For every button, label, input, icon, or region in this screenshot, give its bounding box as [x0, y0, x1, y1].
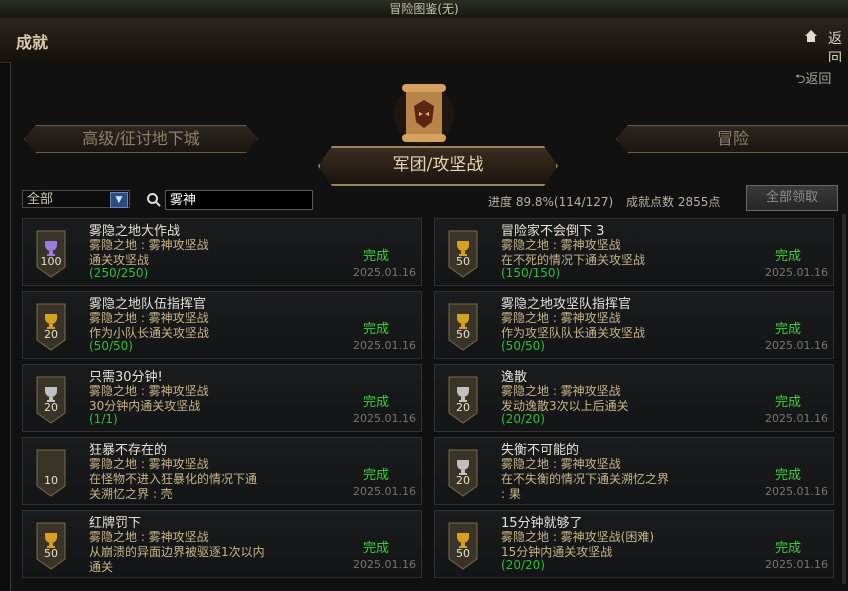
achievement-card[interactable]: 20 雾隐之地队伍指挥官 雾隐之地 : 雾神攻坚战 作为小队长通关攻坚战 (50/50)… — [22, 291, 422, 359]
achievement-progress: (20/20) — [501, 412, 545, 426]
points-value: 50 — [456, 328, 470, 341]
completion-date: 2025.01.16 — [353, 558, 416, 571]
achievement-description: 从崩溃的异面边界被驱逐1次以内 — [89, 545, 265, 559]
window-title: 冒险图鉴(无) — [0, 0, 848, 18]
points-value: 20 — [456, 474, 470, 487]
achievement-card[interactable]: 50 15分钟就够了 雾隐之地 : 雾神攻坚战(困难) 15分钟内通关攻坚战 (20/2… — [434, 510, 834, 578]
trophy-icon — [36, 522, 66, 570]
status-badge: 完成 — [775, 541, 802, 556]
completion-date: 2025.01.16 — [765, 485, 828, 498]
status-badge: 完成 — [775, 322, 802, 337]
points-badge: 10 — [35, 448, 67, 498]
claim-all-button[interactable]: 全部领取 — [746, 185, 838, 211]
trophy-icon — [448, 230, 478, 278]
tab-legion-raid[interactable]: 军团/攻坚战 — [318, 146, 558, 186]
status-badge: 完成 — [363, 395, 390, 410]
achievement-progress: (150/150) — [501, 266, 561, 280]
points-badge: 20 — [447, 448, 479, 498]
completion-date: 2025.01.16 — [353, 485, 416, 498]
scroll-emblem-icon — [394, 84, 454, 145]
achievement-description-cont: 关溯忆之界 : 壳 — [89, 487, 173, 501]
progress-text: 进度 89.8%(114/127) — [488, 195, 614, 209]
status-badge: 完成 — [363, 468, 390, 483]
points-value: 20 — [44, 328, 58, 341]
achievement-card[interactable]: 50 冒险家不会倒下 3 雾隐之地 : 雾神攻坚战 在不死的情况下通关攻坚战 (150/… — [434, 218, 834, 286]
points-value: 50 — [456, 255, 470, 268]
completion-date: 2025.01.16 — [353, 266, 416, 279]
points-value: 20 — [44, 401, 58, 414]
trophy-icon — [36, 230, 66, 278]
achievement-card[interactable]: 50 红牌罚下 雾隐之地 : 雾神攻坚战 从崩溃的异面边界被驱逐1次以内 通关 完成 202… — [22, 510, 422, 578]
trophy-icon — [448, 376, 478, 424]
achievement-progress: (50/50) — [89, 339, 133, 353]
points-value: 20 — [456, 401, 470, 414]
completion-date: 2025.01.16 — [765, 558, 828, 571]
trophy-icon — [448, 449, 478, 497]
status-badge: 完成 — [363, 322, 390, 337]
tab-advanced-dungeon[interactable]: 高级/征讨地下城 — [24, 125, 258, 153]
status-badge: 完成 — [775, 395, 802, 410]
shield-icon — [36, 449, 66, 497]
status-badge: 完成 — [363, 249, 390, 264]
points-badge: 20 — [35, 302, 67, 352]
home-icon[interactable] — [804, 29, 818, 43]
points-badge: 50 — [35, 521, 67, 571]
points-badge: 20 — [447, 375, 479, 425]
points-value: 50 — [44, 547, 58, 560]
achievement-points: 成就点数 2855点 — [626, 195, 721, 209]
achievement-progress: (250/250) — [89, 266, 149, 280]
panel-back-button[interactable]: ⮌返回 — [795, 68, 831, 92]
chevron-down-icon[interactable]: ▼ — [110, 192, 128, 208]
points-badge: 50 — [447, 521, 479, 571]
return-arrow-icon: ⮌ — [795, 72, 806, 87]
achievement-card[interactable]: 50 雾隐之地攻坚队指挥官 雾隐之地 : 雾神攻坚战 作为攻坚队队长通关攻坚战 (50/… — [434, 291, 834, 359]
achievement-card[interactable]: 10 狂暴不存在的 雾隐之地 : 雾神攻坚战 在怪物不进入狂暴化的情况下通 关溯忆之界 … — [22, 437, 422, 505]
points-badge: 50 — [447, 302, 479, 352]
points-badge: 100 — [35, 229, 67, 279]
achievement-description: 在不失衡的情况下通关溯忆之界 — [501, 472, 670, 486]
completion-date: 2025.01.16 — [765, 412, 828, 425]
completion-date: 2025.01.16 — [765, 339, 828, 352]
achievement-progress: (50/50) — [501, 339, 545, 353]
category-select-value: 全部 — [27, 192, 54, 207]
completion-date: 2025.01.16 — [765, 266, 828, 279]
achievement-card[interactable]: 20 逸散 雾隐之地 : 雾神攻坚战 发动逸散3次以上后通关 (20/20) 完成 2025… — [434, 364, 834, 432]
trophy-icon — [448, 522, 478, 570]
points-badge: 50 — [447, 229, 479, 279]
status-badge: 完成 — [775, 249, 802, 264]
status-badge: 完成 — [363, 541, 390, 556]
scrollbar[interactable] — [842, 214, 846, 584]
search-input[interactable]: 雾神 — [165, 190, 313, 210]
achievement-card[interactable]: 20 只需30分钟! 雾隐之地 : 雾神攻坚战 30分钟内通关攻坚战 (1/1) 完成 20… — [22, 364, 422, 432]
top-bar: 成就 返回 — [0, 18, 848, 67]
category-select[interactable]: 全部 ▼ — [22, 190, 130, 208]
search-icon — [147, 193, 161, 207]
trophy-icon — [36, 376, 66, 424]
completion-date: 2025.01.16 — [353, 339, 416, 352]
status-badge: 完成 — [775, 468, 802, 483]
panel-back-label: 返回 — [805, 72, 832, 87]
points-badge: 20 — [35, 375, 67, 425]
achievement-progress: (1/1) — [89, 412, 118, 426]
achievement-description-cont: 通关 — [89, 560, 114, 574]
achievement-progress: (20/20) — [501, 558, 545, 572]
achievement-description-cont: : 果 — [501, 487, 521, 501]
points-value: 50 — [456, 547, 470, 560]
points-value: 100 — [40, 255, 62, 268]
trophy-icon — [448, 303, 478, 351]
trophy-icon — [36, 303, 66, 351]
achievement-card[interactable]: 100 雾隐之地大作战 雾隐之地 : 雾神攻坚战 通关攻坚战 (250/250) 完成 20… — [22, 218, 422, 286]
tab-adventure[interactable]: 冒险 — [616, 125, 848, 153]
page-title: 成就 — [16, 33, 49, 52]
achievement-card[interactable]: 20 失衡不可能的 雾隐之地 : 雾神攻坚战 在不失衡的情况下通关溯忆之界 : 果完成… — [434, 437, 834, 505]
completion-date: 2025.01.16 — [353, 412, 416, 425]
points-value: 10 — [44, 474, 58, 487]
